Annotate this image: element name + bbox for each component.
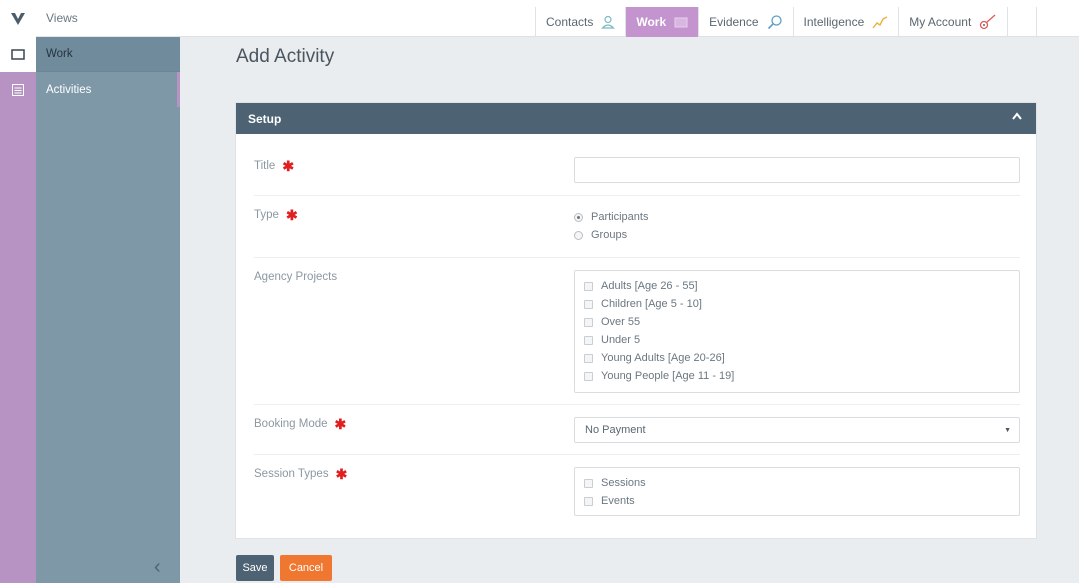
required-icon: ✱ (282, 158, 295, 174)
tab-label: My Account (909, 15, 972, 29)
tab-intelligence[interactable]: Intelligence (792, 7, 899, 37)
sidebar-views[interactable]: Views (36, 0, 180, 37)
checkbox-label: Under 5 (601, 334, 641, 346)
booking-label: Booking Mode ✱ (254, 416, 347, 432)
checkbox[interactable] (584, 371, 593, 381)
checkbox[interactable] (584, 281, 593, 291)
checkbox-item[interactable]: Events (575, 492, 1019, 510)
tab-label: Work (636, 15, 667, 29)
title-row: Title ✱ (254, 152, 1020, 196)
checkbox-label: Events (601, 495, 635, 507)
agency-projects-row: Agency Projects Adults [Age 26 - 55] Chi… (254, 258, 1020, 405)
type-row: Type ✱ Participants Groups (254, 196, 1020, 258)
checkbox-label: Young People [Age 11 - 19] (601, 370, 735, 382)
list-icon (12, 83, 24, 96)
folder-icon (674, 17, 688, 27)
checkbox-item[interactable]: Over 55 (575, 313, 1019, 331)
tab-label: Evidence (709, 15, 759, 29)
required-icon: ✱ (285, 207, 298, 223)
booking-mode-select[interactable]: No Payment ▼ (574, 417, 1020, 443)
app-logo[interactable] (0, 0, 36, 37)
setup-panel: Setup Title ✱ Type ✱ Participants Groups… (235, 102, 1037, 539)
save-button[interactable]: Save (236, 555, 274, 581)
top-bar: Contacts Work Evidence Intelligence My A… (180, 0, 1079, 37)
field-label: Title (254, 160, 276, 172)
collapse-sidebar-icon[interactable]: ‹ (154, 556, 161, 579)
required-icon: ✱ (335, 466, 348, 482)
session-types-row: Session Types ✱ Sessions Events (254, 455, 1020, 525)
tab-contacts[interactable]: Contacts (535, 7, 625, 37)
panel-header[interactable]: Setup (236, 103, 1036, 134)
radio-participants[interactable]: Participants (574, 208, 648, 226)
person-icon (601, 15, 616, 29)
radio-button[interactable] (574, 230, 583, 240)
required-icon: ✱ (334, 416, 347, 432)
checkbox-label: Over 55 (601, 316, 641, 328)
panel-title: Setup (248, 111, 282, 126)
logo-v-icon (11, 12, 25, 25)
checkbox[interactable] (584, 335, 593, 345)
tab-evidence[interactable]: Evidence (698, 7, 792, 37)
field-label: Booking Mode (254, 418, 328, 430)
title-label: Title ✱ (254, 158, 295, 174)
magnifier-icon (767, 15, 782, 30)
checkbox-item[interactable]: Adults [Age 26 - 55] (575, 277, 1019, 295)
checkbox-label: Adults [Age 26 - 55] (601, 280, 698, 292)
checkbox[interactable] (584, 317, 593, 327)
field-label: Type (254, 209, 279, 221)
checkbox[interactable] (584, 496, 593, 506)
caret-down-icon: ▼ (1004, 427, 1011, 434)
trend-line-icon (872, 16, 888, 29)
select-value: No Payment (585, 424, 646, 436)
checkbox[interactable] (584, 353, 593, 363)
checkbox-label: Young Adults [Age 20-26] (601, 352, 725, 364)
tab-label: Intelligence (803, 15, 865, 29)
session-types-label: Session Types ✱ (254, 466, 348, 482)
checkbox-item[interactable]: Young People [Age 11 - 19] (575, 367, 1019, 385)
app-rail (0, 0, 36, 583)
projects-label: Agency Projects (254, 271, 337, 283)
top-nav: Contacts Work Evidence Intelligence My A… (535, 7, 1038, 37)
sidebar-item-label: Work (46, 48, 73, 60)
type-label: Type ✱ (254, 207, 298, 223)
sidebar-item-label: Activities (46, 83, 92, 96)
radio-groups[interactable]: Groups (574, 226, 648, 244)
booking-mode-row: Booking Mode ✱ No Payment ▼ (254, 405, 1020, 455)
checkbox[interactable] (584, 299, 593, 309)
projects-checkbox-list: Adults [Age 26 - 55] Children [Age 5 - 1… (574, 270, 1020, 393)
type-radio-group: Participants Groups (574, 208, 648, 244)
tab-my-account[interactable]: My Account (898, 7, 1007, 37)
checkbox[interactable] (584, 478, 593, 488)
page-title: Add Activity (236, 46, 335, 67)
radio-button[interactable] (574, 212, 583, 222)
tab-work[interactable]: Work (625, 7, 699, 37)
field-label: Session Types (254, 468, 329, 480)
session-types-checkbox-list: Sessions Events (574, 467, 1020, 516)
folder-icon (11, 49, 25, 60)
checkbox-item[interactable]: Children [Age 5 - 10] (575, 295, 1019, 313)
sidebar-item-activities[interactable]: Activities (36, 72, 180, 107)
title-input[interactable] (574, 157, 1020, 183)
radio-label: Participants (591, 211, 649, 223)
cancel-button[interactable]: Cancel (280, 555, 332, 581)
checkbox-item[interactable]: Sessions (575, 474, 1019, 492)
tab-label: Contacts (546, 15, 594, 29)
settings-key-icon (980, 14, 996, 30)
checkbox-label: Children [Age 5 - 10] (601, 298, 702, 310)
sidebar-item-work[interactable]: Work (36, 37, 180, 72)
chevron-up-icon[interactable] (1012, 112, 1022, 120)
field-label: Agency Projects (254, 271, 338, 283)
checkbox-label: Sessions (601, 477, 646, 489)
sidebar: Views Work Activities ‹ (36, 0, 180, 583)
top-nav-end (1007, 7, 1038, 37)
rail-item-activities[interactable] (0, 72, 36, 107)
rail-item-work[interactable] (0, 37, 36, 72)
checkbox-item[interactable]: Young Adults [Age 20-26] (575, 349, 1019, 367)
radio-label: Groups (591, 229, 628, 241)
checkbox-item[interactable]: Under 5 (575, 331, 1019, 349)
